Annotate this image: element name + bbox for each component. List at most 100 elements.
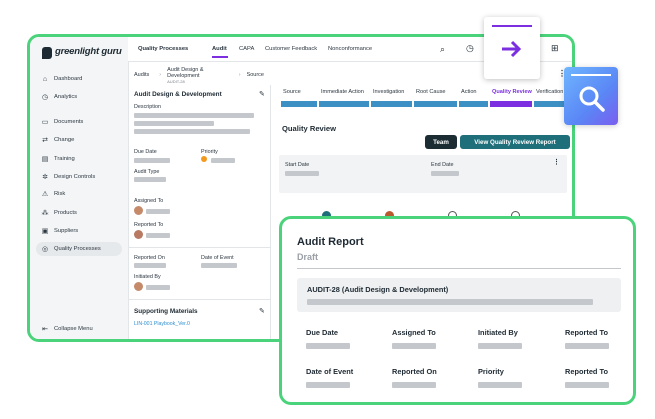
book-icon: ▤ <box>41 156 49 163</box>
report-field-value <box>565 382 609 388</box>
assigned-to-label: Assigned To <box>134 198 164 204</box>
sidebar-item-label: Design Controls <box>54 174 96 180</box>
workflow-step-bar[interactable] <box>490 101 532 107</box>
workflow-step-bar[interactable] <box>414 101 457 107</box>
report-field-value <box>478 382 522 388</box>
accent-bar <box>492 25 532 27</box>
apps-grid-icon[interactable]: ⊞ <box>551 43 559 54</box>
avatar <box>134 282 143 291</box>
sidebar-item-training[interactable]: ▤ Training <box>36 152 122 166</box>
breadcrumb-current[interactable]: Audit Design & Development <box>167 67 229 79</box>
sidebar-item-dashboard[interactable]: ⌂ Dashboard <box>36 72 122 86</box>
due-date-value <box>134 158 170 163</box>
sidebar-item-suppliers[interactable]: ▣ Suppliers <box>36 224 122 238</box>
clock-icon: ◷ <box>41 94 49 101</box>
sidebar-item-documents[interactable]: ▭ Documents <box>36 115 122 129</box>
description-line <box>134 121 214 126</box>
quality-review-title: Quality Review <box>282 124 337 133</box>
sidebar-item-label: Products <box>54 210 77 216</box>
gear-icon: ✲ <box>42 174 48 181</box>
reporter-name <box>146 233 170 238</box>
report-status: Draft <box>297 252 319 262</box>
report-field-value <box>306 382 350 388</box>
start-date-label: Start Date <box>285 162 310 168</box>
truck-icon: ▣ <box>41 228 49 235</box>
workflow-step-label[interactable]: Action <box>461 89 477 95</box>
avatar <box>134 206 143 215</box>
view-quality-review-report-button[interactable]: View Quality Review Report <box>460 135 570 149</box>
review-dates-card: Start Date End Date ⋮ <box>279 155 567 193</box>
workflow-step-bar[interactable] <box>371 101 412 107</box>
sidebar-item-label: Risk <box>54 191 66 197</box>
workflow-step-label[interactable]: Source <box>283 89 301 95</box>
tab-audit[interactable]: Audit <box>212 46 227 52</box>
team-button[interactable]: Team <box>425 135 457 149</box>
tab-capa[interactable]: CAPA <box>239 46 254 52</box>
supporting-file-link[interactable]: LIN-001 Playbook_Ver.0 <box>134 321 190 327</box>
edit-icon[interactable]: ✎ <box>259 90 265 98</box>
audit-type-value <box>134 177 166 182</box>
sidebar: greenlight guru ⌂ Dashboard ◷ Analytics ▭ Doc… <box>30 37 129 339</box>
record-description <box>307 299 593 305</box>
collapse-menu-button[interactable]: ⇤ Collapse Menu <box>36 322 122 336</box>
workflow-step-bar[interactable] <box>459 101 488 107</box>
workflow-step-label[interactable]: Root Cause <box>416 89 446 95</box>
brand-logo-icon <box>42 47 52 59</box>
reported-on-label: Reported On <box>134 255 165 261</box>
record-title: AUDIT-28 (Audit Design & Development) <box>307 285 449 294</box>
products-icon: ⁂ <box>41 210 49 217</box>
workflow-step-bar[interactable] <box>319 101 369 107</box>
sidebar-item-products[interactable]: ⁂ Products <box>36 206 122 220</box>
divider <box>128 247 270 248</box>
more-vertical-icon[interactable]: ⋮ <box>553 158 560 166</box>
history-icon[interactable]: ◷ <box>466 43 474 54</box>
document-icon: ▭ <box>41 119 49 126</box>
sidebar-item-quality-processes[interactable]: ◎ Quality Processes <box>36 242 122 256</box>
date-of-event-label: Date of Event <box>201 255 234 261</box>
workflow-step-label[interactable]: Quality Review <box>492 89 532 95</box>
home-icon: ⌂ <box>42 75 48 83</box>
workflow-step-label[interactable]: Verification <box>536 89 563 95</box>
initiator-name <box>146 285 170 290</box>
reported-on-value <box>134 263 166 268</box>
audit-type-label: Audit Type <box>134 169 160 175</box>
search-icon[interactable]: ⌕ <box>440 44 445 55</box>
collapse-icon: ⇤ <box>42 326 48 333</box>
breadcrumb: Audits › Audit Design & Development AUDI… <box>134 66 264 84</box>
report-field-label: Initiated By <box>478 328 518 337</box>
collapse-menu-label: Collapse Menu <box>54 326 93 332</box>
sidebar-item-analytics[interactable]: ◷ Analytics <box>36 90 122 104</box>
accent-bar <box>571 74 611 76</box>
description-label: Description <box>134 104 161 110</box>
workflow-step-label[interactable]: Investigation <box>373 89 404 95</box>
report-field-value <box>565 343 609 349</box>
check-circle-icon: ◎ <box>41 246 49 253</box>
breadcrumb-audits[interactable]: Audits <box>134 72 149 78</box>
workflow-step-bar[interactable] <box>281 101 317 107</box>
sidebar-item-label: Analytics <box>54 94 78 100</box>
sidebar-item-change[interactable]: ⇄ Change <box>36 133 122 147</box>
end-date-value <box>431 171 459 176</box>
report-field-label: Reported To <box>565 328 608 337</box>
report-field-value <box>392 382 436 388</box>
tab-customer-feedback[interactable]: Customer Feedback <box>265 46 317 52</box>
section-title: Quality Processes <box>138 46 189 52</box>
edit-icon[interactable]: ✎ <box>259 307 265 315</box>
initiated-by-label: Initiated By <box>134 274 161 280</box>
sidebar-item-risk[interactable]: ⚠ Risk <box>36 187 122 201</box>
sidebar-item-design-controls[interactable]: ✲ Design Controls <box>36 170 122 184</box>
breadcrumb-source[interactable]: Source <box>247 72 264 78</box>
date-of-event-value <box>201 263 237 268</box>
priority-dot-icon <box>201 156 207 162</box>
priority-label: Priority <box>201 149 218 155</box>
workflow-step-label[interactable]: Immediate Action <box>321 89 364 95</box>
report-field-value <box>306 343 350 349</box>
avatar <box>134 230 143 239</box>
due-date-label: Due Date <box>134 149 157 155</box>
sidebar-item-label: Suppliers <box>54 228 79 234</box>
start-date-value <box>285 171 319 176</box>
audit-report-card: Audit Report Draft AUDIT-28 (Audit Desig… <box>279 216 636 405</box>
brand-name: greenlight guru <box>55 46 122 57</box>
sidebar-item-label: Quality Processes <box>54 246 101 252</box>
tab-nonconformance[interactable]: Nonconformance <box>328 46 372 52</box>
